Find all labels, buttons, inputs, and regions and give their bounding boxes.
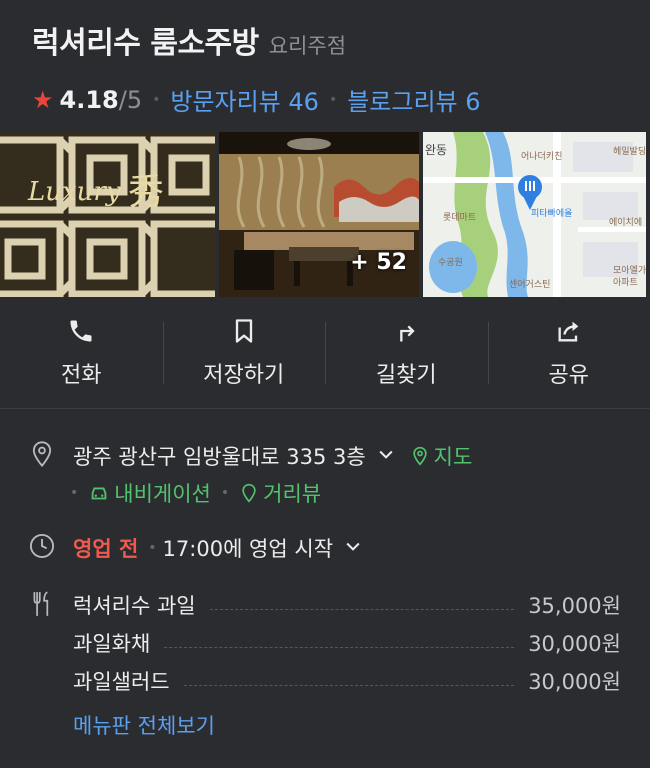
svg-text:모아엘가: 모아엘가 xyxy=(613,265,646,276)
place-category: 요리주점 xyxy=(268,34,347,58)
navigation-link[interactable]: 내비게이션 xyxy=(88,478,211,508)
share-icon xyxy=(558,321,579,341)
bookmark-icon xyxy=(235,318,252,343)
separator-dot: • xyxy=(328,91,338,108)
menu-item-name: 과일화채 xyxy=(73,632,151,656)
svg-text:수공원: 수공원 xyxy=(438,257,463,268)
separator-dot: • xyxy=(70,485,79,501)
svg-text:센어거스틴: 센어거스틴 xyxy=(509,279,550,290)
interior-wall-photo: Luxury 秀 xyxy=(0,132,215,297)
separator-dot: • xyxy=(148,540,157,556)
menu-item-price: 30,000원 xyxy=(528,632,621,656)
phone-icon xyxy=(70,320,92,341)
place-name: 럭셔리수 룸소주방 xyxy=(32,26,259,61)
address-text: 광주 광산구 임방울대로 335 3층 xyxy=(73,445,366,469)
map-link[interactable]: 지도 xyxy=(410,441,473,471)
photo-2[interactable]: + 52 xyxy=(219,132,419,297)
svg-text:피타빠에올: 피타빠에올 xyxy=(531,208,572,219)
svg-text:아파트: 아파트 xyxy=(613,277,638,288)
directions-label: 길찾기 xyxy=(375,362,437,388)
navigation-label: 내비게이션 xyxy=(114,482,211,506)
place-header: 럭셔리수 룸소주방 요리주점 ★ 4.18 /5 • 방문자리뷰 46 • 블로… xyxy=(32,18,630,117)
menu-item: 럭셔리수 과일 35,000원 xyxy=(73,590,621,620)
map-pin-icon xyxy=(413,446,427,466)
photo-1[interactable]: Luxury 秀 xyxy=(0,132,215,297)
photo-strip: Luxury 秀 + 52 완동 헤일발딩 어나더키친 롯데마트 피타빠에올 에… xyxy=(0,132,650,297)
share-button[interactable]: 공유 xyxy=(487,297,650,408)
rating-score: 4.18 xyxy=(59,85,119,114)
map-link-label: 지도 xyxy=(433,445,473,469)
business-status: 영업 전 xyxy=(73,537,139,561)
menu-item: 과일화채 30,000원 xyxy=(73,628,621,658)
car-icon xyxy=(91,487,107,500)
menu-item-price: 35,000원 xyxy=(528,594,621,618)
more-photos-count[interactable]: + 52 xyxy=(350,250,407,275)
view-full-menu-link[interactable]: 메뉴판 전체보기 xyxy=(73,710,215,740)
svg-text:헤일발딩: 헤일발딩 xyxy=(613,145,646,157)
separator-dot: • xyxy=(220,485,230,501)
save-button[interactable]: 저장하기 xyxy=(162,297,326,408)
action-bar: 전화 저장하기 길찾기 공유 xyxy=(0,297,650,409)
streetview-link[interactable]: 거리뷰 xyxy=(239,478,321,508)
hours-row[interactable]: 영업 전 • 17:00에 영업 시작 xyxy=(28,532,363,564)
blog-reviews-link[interactable]: 블로그리뷰 6 xyxy=(347,82,480,117)
chevron-down-icon[interactable] xyxy=(376,444,396,468)
menu-item-price: 30,000원 xyxy=(528,670,621,694)
menu-dotted-leader xyxy=(209,608,515,610)
streetview-pin-icon xyxy=(242,483,256,503)
directions-icon xyxy=(400,325,415,341)
address-row: 광주 광산구 임방울대로 335 3층 지도 xyxy=(28,440,472,472)
menu-dotted-leader xyxy=(164,646,515,648)
rating-row: ★ 4.18 /5 • 방문자리뷰 46 • 블로그리뷰 6 xyxy=(32,82,630,117)
map-preview-image: 완동 헤일발딩 어나더키친 롯데마트 피타빠에올 에이치에 수공원 모아엘가 아… xyxy=(423,132,646,297)
svg-text:어나더키친: 어나더키친 xyxy=(521,151,562,162)
hours-detail: 17:00에 영업 시작 xyxy=(162,537,334,561)
separator-dot: • xyxy=(152,91,161,108)
svg-text:에이치에: 에이치에 xyxy=(609,216,642,228)
location-pin-icon xyxy=(28,440,56,472)
directions-button[interactable]: 길찾기 xyxy=(325,297,488,408)
clock-icon xyxy=(28,532,56,564)
address-links-row: • 내비게이션 • 거리뷰 xyxy=(70,478,321,508)
streetview-label: 거리뷰 xyxy=(263,482,322,506)
fork-knife-icon xyxy=(30,590,56,622)
svg-text:롯데마트: 롯데마트 xyxy=(443,212,476,223)
chevron-down-icon[interactable] xyxy=(343,536,363,560)
svg-text:완동: 완동 xyxy=(425,143,447,157)
menu-item: 과일샐러드 30,000원 xyxy=(73,666,621,696)
menu-dotted-leader xyxy=(183,684,515,686)
menu-item-name: 럭셔리수 과일 xyxy=(73,594,196,618)
call-label: 전화 xyxy=(61,362,102,388)
star-icon: ★ xyxy=(32,85,54,114)
save-label: 저장하기 xyxy=(203,362,285,388)
call-button[interactable]: 전화 xyxy=(0,297,163,408)
menu-item-name: 과일샐러드 xyxy=(73,670,170,694)
share-label: 공유 xyxy=(548,362,589,388)
map-thumbnail[interactable]: 완동 헤일발딩 어나더키친 롯데마트 피타빠에올 에이치에 수공원 모아엘가 아… xyxy=(423,132,646,297)
visitor-reviews-link[interactable]: 방문자리뷰 46 xyxy=(170,82,319,117)
rating-max: /5 xyxy=(118,85,143,114)
